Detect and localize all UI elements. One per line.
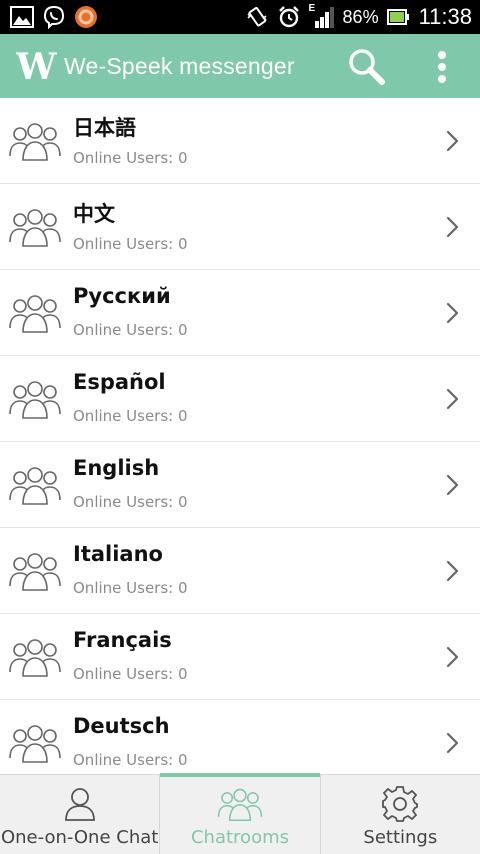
chatroom-row[interactable]: Français Online Users: 0 bbox=[0, 614, 480, 700]
tab-label: Chatrooms bbox=[190, 827, 289, 848]
online-users: Online Users: 0 bbox=[73, 235, 188, 253]
chatroom-row[interactable]: Deutsch Online Users: 0 bbox=[0, 700, 480, 774]
chatroom-name: 日本語 bbox=[73, 116, 136, 140]
chatroom-name: 中文 bbox=[73, 202, 115, 226]
gear-icon bbox=[382, 786, 419, 822]
online-users: Online Users: 0 bbox=[73, 493, 188, 511]
group-icon bbox=[8, 378, 62, 420]
status-bar-notifications bbox=[10, 5, 98, 29]
group-icon bbox=[8, 120, 62, 162]
overflow-menu-icon-dot bbox=[438, 63, 446, 71]
viber-icon bbox=[43, 5, 65, 29]
online-users-count: 0 bbox=[178, 665, 188, 683]
chevron-right-icon bbox=[444, 558, 462, 584]
online-users-count: 0 bbox=[178, 235, 188, 253]
online-users-label: Online Users: bbox=[73, 321, 174, 339]
chatroom-row[interactable]: 中文 Online Users: 0 bbox=[0, 184, 480, 270]
chevron-right-icon bbox=[444, 644, 462, 670]
online-users-count: 0 bbox=[178, 321, 188, 339]
online-users: Online Users: 0 bbox=[73, 579, 188, 597]
chatroom-name: Русский bbox=[73, 284, 171, 308]
chatroom-name: Español bbox=[73, 370, 166, 394]
group-icon bbox=[8, 464, 62, 506]
online-users-count: 0 bbox=[178, 579, 188, 597]
online-users: Online Users: 0 bbox=[73, 321, 188, 339]
app-bar: W We-Speek messenger bbox=[0, 34, 480, 98]
tab-chatrooms[interactable]: Chatrooms bbox=[159, 773, 320, 854]
online-users-label: Online Users: bbox=[73, 665, 174, 683]
tab-settings[interactable]: Settings bbox=[319, 775, 480, 854]
group-icon bbox=[8, 722, 62, 764]
battery-percent: 86% bbox=[342, 6, 379, 27]
chatroom-name: Deutsch bbox=[73, 714, 170, 738]
signal-icon: E bbox=[309, 3, 335, 29]
chevron-right-icon bbox=[444, 472, 462, 498]
overflow-menu-icon bbox=[438, 51, 446, 59]
online-users-count: 0 bbox=[178, 751, 188, 769]
group-icon bbox=[8, 636, 62, 678]
group-icon bbox=[8, 292, 62, 334]
chatroom-list: 日本語 Online Users: 0 中文 Online Users: 0 Русск… bbox=[0, 98, 480, 774]
person-icon bbox=[64, 788, 95, 821]
chatroom-row[interactable]: English Online Users: 0 bbox=[0, 442, 480, 528]
tab-label: One-on-One Chat bbox=[0, 827, 159, 848]
chevron-right-icon bbox=[444, 730, 462, 756]
online-users: Online Users: 0 bbox=[73, 665, 188, 683]
online-users-label: Online Users: bbox=[73, 149, 174, 167]
tab-label: Settings bbox=[363, 827, 438, 848]
status-time: 11:38 bbox=[418, 4, 472, 29]
online-users: Online Users: 0 bbox=[73, 407, 188, 425]
bottom-navigation: One-on-One Chat Chatrooms Settings bbox=[0, 773, 480, 854]
chatroom-row[interactable]: Русский Online Users: 0 bbox=[0, 270, 480, 356]
app-logo: W bbox=[15, 46, 60, 88]
chatroom-row[interactable]: 日本語 Online Users: 0 bbox=[0, 98, 480, 184]
chevron-right-icon bbox=[444, 214, 462, 240]
gallery-icon bbox=[10, 6, 34, 28]
tab-one-on-one-chat[interactable]: One-on-One Chat bbox=[0, 775, 159, 854]
we-speek-logo-icon: W bbox=[15, 46, 57, 88]
vibrate-icon bbox=[246, 6, 267, 27]
search-icon bbox=[349, 49, 385, 85]
alarm-icon bbox=[278, 6, 299, 28]
chevron-right-icon bbox=[444, 128, 462, 154]
search-button[interactable] bbox=[346, 47, 386, 87]
online-users-label: Online Users: bbox=[73, 493, 174, 511]
chatroom-row[interactable]: Italiano Online Users: 0 bbox=[0, 528, 480, 614]
overflow-menu-icon-dot bbox=[438, 75, 446, 83]
status-bar-system: E 86% 11:38 bbox=[245, 0, 472, 34]
group-icon bbox=[8, 550, 62, 592]
online-users-count: 0 bbox=[178, 149, 188, 167]
group-icon bbox=[217, 788, 263, 822]
chatroom-name: English bbox=[73, 456, 160, 480]
chevron-right-icon bbox=[444, 386, 462, 412]
online-users-label: Online Users: bbox=[73, 407, 174, 425]
chatroom-name: Italiano bbox=[73, 542, 163, 566]
online-users-label: Online Users: bbox=[73, 751, 174, 769]
app-title: We-Speek messenger bbox=[64, 53, 295, 79]
chevron-right-icon bbox=[444, 300, 462, 326]
chatroom-name: Français bbox=[73, 628, 172, 652]
online-users-count: 0 bbox=[178, 407, 188, 425]
battery-icon bbox=[386, 9, 409, 25]
online-users: Online Users: 0 bbox=[73, 149, 188, 167]
online-users: Online Users: 0 bbox=[73, 751, 188, 769]
overflow-menu-button[interactable] bbox=[428, 48, 456, 86]
app-notification-icon bbox=[75, 6, 97, 28]
status-bar: E 86% 11:38 bbox=[0, 0, 480, 34]
online-users-label: Online Users: bbox=[73, 579, 174, 597]
online-users-label: Online Users: bbox=[73, 235, 174, 253]
online-users-count: 0 bbox=[178, 493, 188, 511]
logo-letter: W bbox=[16, 49, 57, 83]
group-icon bbox=[8, 206, 62, 248]
chatroom-row[interactable]: Español Online Users: 0 bbox=[0, 356, 480, 442]
